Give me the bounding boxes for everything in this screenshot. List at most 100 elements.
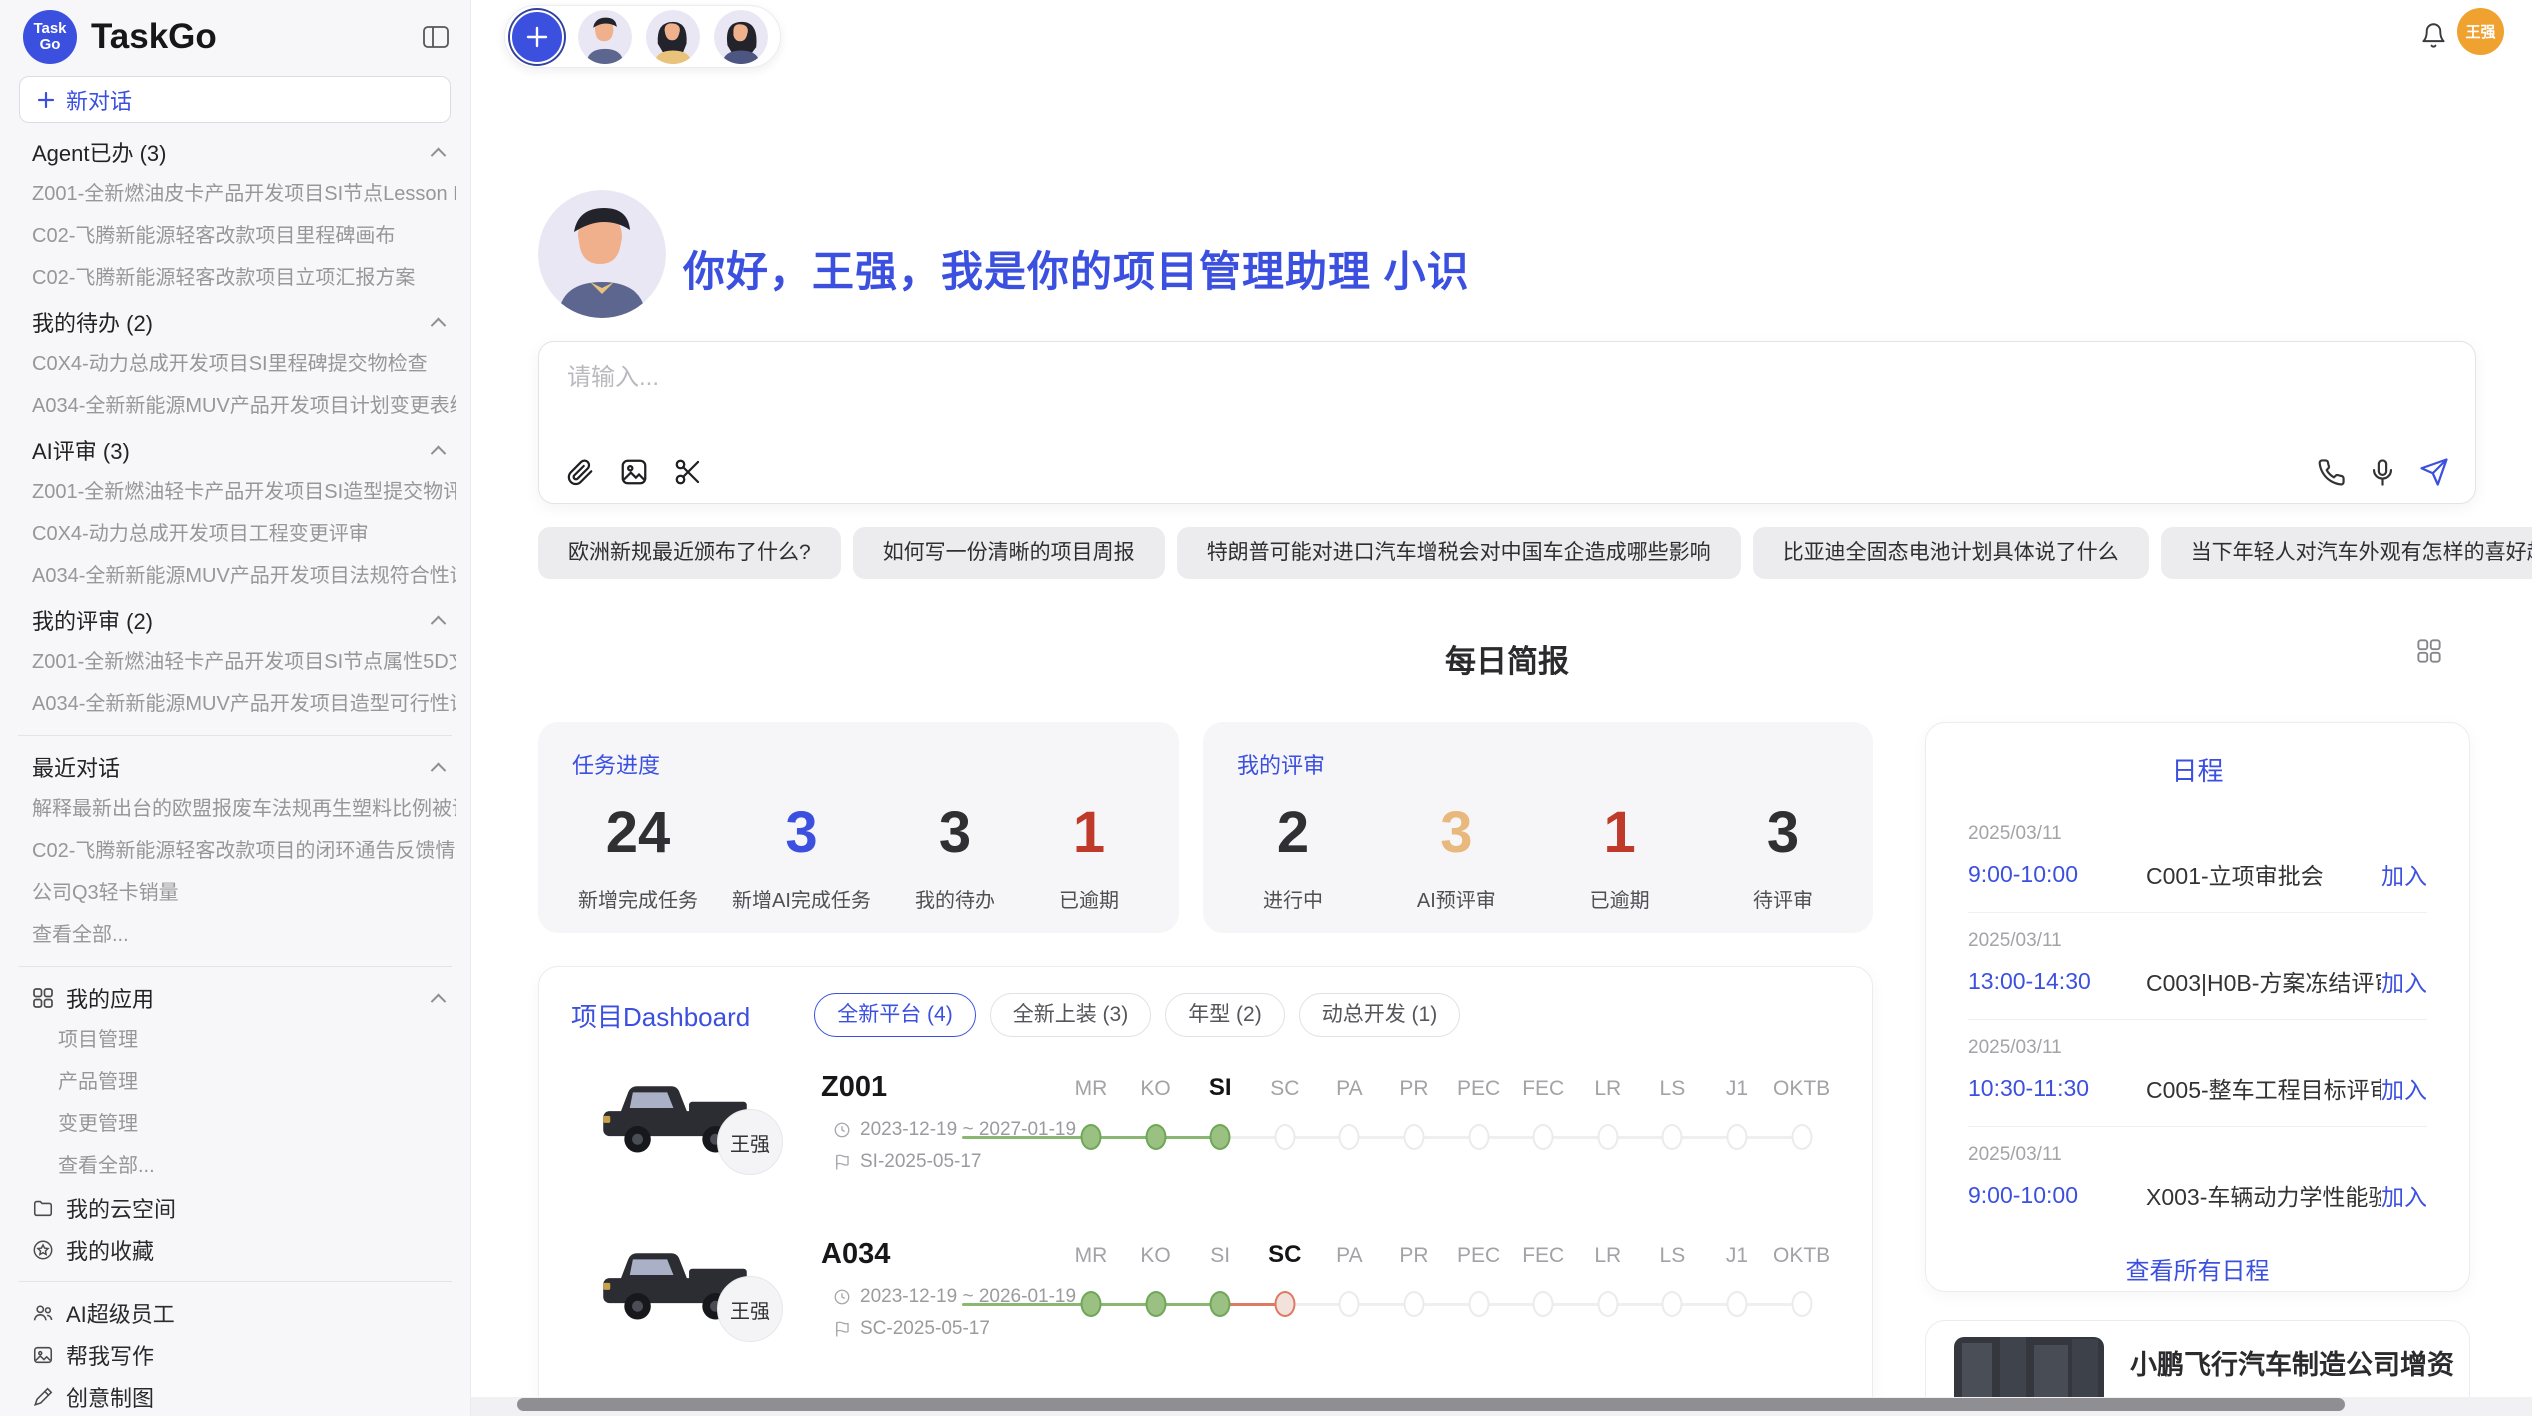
milestone-dot[interactable] bbox=[1533, 1291, 1554, 1317]
suggestion-chip[interactable]: 特朗普可能对进口汽车增税会对中国车企造成哪些影响 bbox=[1177, 527, 1741, 579]
suggestion-chip[interactable]: 当下年轻人对汽车外观有怎样的喜好趋势 bbox=[2161, 527, 2532, 579]
suggestion-chips: 欧洲新规最近颁布了什么? 如何写一份清晰的项目周报 特朗普可能对进口汽车增税会对… bbox=[538, 527, 2476, 579]
scissors-icon[interactable] bbox=[673, 457, 703, 487]
sidebar-item[interactable]: C02-飞腾新能源轻客改款项目立项汇报方案 bbox=[14, 257, 456, 299]
milestone-label: SC bbox=[1270, 1077, 1299, 1101]
recent-chat-item[interactable]: 解释最新出台的欧盟报废车法规再生塑料比例被调至15%... bbox=[14, 788, 456, 830]
section-my-todo[interactable]: 我的待办 (2) bbox=[14, 301, 456, 343]
sidebar-item[interactable]: A034-全新新能源MUV产品开发项目造型可行性评审 bbox=[14, 683, 456, 725]
sidebar-item[interactable]: Z001-全新燃油皮卡产品开发项目SI节点Lesson Learn报告 bbox=[14, 173, 456, 215]
sidebar-item[interactable]: C0X4-动力总成开发项目工程变更评审 bbox=[14, 513, 456, 555]
section-ai-review[interactable]: AI评审 (3) bbox=[14, 429, 456, 471]
join-button[interactable]: 加入 bbox=[2381, 964, 2427, 998]
milestone-dot[interactable] bbox=[1145, 1124, 1166, 1150]
sidebar-item[interactable]: C0X4-动力总成开发项目SI里程碑提交物检查 bbox=[14, 343, 456, 385]
project-owner-badge[interactable]: 王强 bbox=[717, 1276, 783, 1342]
send-icon[interactable] bbox=[2419, 457, 2449, 487]
milestone-dot[interactable] bbox=[1081, 1124, 1102, 1150]
avatar[interactable] bbox=[714, 10, 768, 64]
milestone-dot[interactable] bbox=[1081, 1291, 1102, 1317]
milestone-dot[interactable] bbox=[1727, 1124, 1748, 1150]
new-chat-button[interactable]: 新对话 bbox=[19, 76, 451, 123]
milestone-dot[interactable] bbox=[1791, 1124, 1812, 1150]
image-icon bbox=[32, 1344, 54, 1366]
avatar[interactable] bbox=[646, 10, 700, 64]
sidebar-item[interactable]: A034-全新新能源MUV产品开发项目法规符合性评审 bbox=[14, 555, 456, 597]
section-my-apps[interactable]: 我的应用 bbox=[14, 977, 456, 1019]
milestone-dot[interactable] bbox=[1404, 1291, 1425, 1317]
horizontal-scrollbar-thumb[interactable] bbox=[517, 1398, 2345, 1411]
milestone-dot[interactable] bbox=[1597, 1291, 1618, 1317]
chevron-up-icon bbox=[431, 317, 447, 333]
section-recent-chats[interactable]: 最近对话 bbox=[14, 746, 456, 788]
section-my-review[interactable]: 我的评审 (2) bbox=[14, 599, 456, 641]
sidebar-item[interactable]: Z001-全新燃油轻卡产品开发项目SI节点属性5D文件评审 bbox=[14, 641, 456, 683]
sidebar-item-ai-employee[interactable]: AI超级员工 bbox=[14, 1292, 456, 1334]
paperclip-icon[interactable] bbox=[565, 457, 595, 487]
image-upload-icon[interactable] bbox=[619, 457, 649, 487]
sidebar-collapse-icon[interactable] bbox=[422, 25, 450, 49]
sidebar-item[interactable]: C02-飞腾新能源轻客改款项目里程碑画布 bbox=[14, 215, 456, 257]
suggestion-chip[interactable]: 如何写一份清晰的项目周报 bbox=[853, 527, 1165, 579]
milestone-label: PR bbox=[1399, 1077, 1428, 1101]
sidebar-item-creative-draw[interactable]: 创意制图 bbox=[14, 1376, 456, 1416]
stat-overdue: 1 已逾期 bbox=[1570, 804, 1670, 913]
milestone-dot[interactable] bbox=[1339, 1124, 1360, 1150]
tab-new-platform[interactable]: 全新平台 (4) bbox=[814, 993, 976, 1037]
suggestion-chip[interactable]: 欧洲新规最近颁布了什么? bbox=[538, 527, 841, 579]
suggestion-chip[interactable]: 比亚迪全固态电池计划具体说了什么 bbox=[1753, 527, 2149, 579]
layout-grid-icon[interactable] bbox=[2416, 638, 2442, 664]
user-avatar[interactable]: 王强 bbox=[2457, 8, 2504, 55]
apps-view-all[interactable]: 查看全部... bbox=[14, 1145, 456, 1187]
recent-view-all[interactable]: 查看全部... bbox=[14, 914, 456, 956]
sidebar-item-help-write[interactable]: 帮我写作 bbox=[14, 1334, 456, 1376]
app-item-project-mgmt[interactable]: 项目管理 bbox=[14, 1019, 456, 1061]
milestone-dot[interactable] bbox=[1339, 1291, 1360, 1317]
notification-bell-icon[interactable] bbox=[2420, 22, 2447, 49]
recent-chat-item[interactable]: C02-飞腾新能源轻客改款项目的闭环通告反馈情况 bbox=[14, 830, 456, 872]
app-item-product-mgmt[interactable]: 产品管理 bbox=[14, 1061, 456, 1103]
sidebar-item[interactable]: A034-全新新能源MUV产品开发项目计划变更表编写 bbox=[14, 385, 456, 427]
join-button[interactable]: 加入 bbox=[2381, 857, 2427, 891]
join-button[interactable]: 加入 bbox=[2381, 1071, 2427, 1105]
phone-icon[interactable] bbox=[2317, 458, 2346, 487]
app-item-change-mgmt[interactable]: 变更管理 bbox=[14, 1103, 456, 1145]
recent-chat-item[interactable]: 公司Q3轻卡销量 bbox=[14, 872, 456, 914]
milestone-dot[interactable] bbox=[1274, 1291, 1295, 1317]
milestone-dot[interactable] bbox=[1468, 1124, 1489, 1150]
tab-powertrain[interactable]: 动总开发 (1) bbox=[1299, 993, 1461, 1037]
milestone-dot[interactable] bbox=[1662, 1291, 1683, 1317]
milestone-dot[interactable] bbox=[1597, 1124, 1618, 1150]
milestone-dot[interactable] bbox=[1727, 1291, 1748, 1317]
chat-input[interactable] bbox=[567, 364, 1967, 392]
sidebar-item-favorites[interactable]: 我的收藏 bbox=[14, 1229, 456, 1271]
milestone-dot[interactable] bbox=[1210, 1291, 1231, 1317]
app-logo: Task Go bbox=[23, 10, 77, 64]
card-title: 任务进度 bbox=[572, 748, 1145, 780]
pen-icon bbox=[32, 1386, 54, 1408]
project-code[interactable]: A034 bbox=[821, 1238, 890, 1271]
project-code[interactable]: Z001 bbox=[821, 1071, 887, 1104]
microphone-icon[interactable] bbox=[2368, 458, 2397, 487]
avatar[interactable] bbox=[578, 10, 632, 64]
tab-new-body[interactable]: 全新上装 (3) bbox=[990, 993, 1152, 1037]
add-conversation-button[interactable] bbox=[510, 10, 564, 64]
milestone-dot[interactable] bbox=[1468, 1291, 1489, 1317]
milestone-dot[interactable] bbox=[1274, 1124, 1295, 1150]
join-button[interactable]: 加入 bbox=[2381, 1178, 2427, 1212]
milestone-dot[interactable] bbox=[1533, 1124, 1554, 1150]
event-time: 9:00-10:00 bbox=[1968, 1182, 2146, 1209]
sidebar-item-cloud-space[interactable]: 我的云空间 bbox=[14, 1187, 456, 1229]
milestone-dot[interactable] bbox=[1210, 1124, 1231, 1150]
milestone-dot[interactable] bbox=[1791, 1291, 1812, 1317]
view-all-schedule-link[interactable]: 查看所有日程 bbox=[1968, 1251, 2427, 1286]
milestone-dot[interactable] bbox=[1662, 1124, 1683, 1150]
tab-year-model[interactable]: 年型 (2) bbox=[1165, 993, 1285, 1037]
logo-text-bottom: Go bbox=[40, 37, 61, 53]
milestone-label: LR bbox=[1594, 1077, 1621, 1101]
section-agent-done[interactable]: Agent已办 (3) bbox=[14, 131, 456, 173]
milestone-dot[interactable] bbox=[1145, 1291, 1166, 1317]
milestone-dot[interactable] bbox=[1404, 1124, 1425, 1150]
project-owner-badge[interactable]: 王强 bbox=[717, 1109, 783, 1175]
sidebar-item[interactable]: Z001-全新燃油轻卡产品开发项目SI造型提交物评审 bbox=[14, 471, 456, 513]
